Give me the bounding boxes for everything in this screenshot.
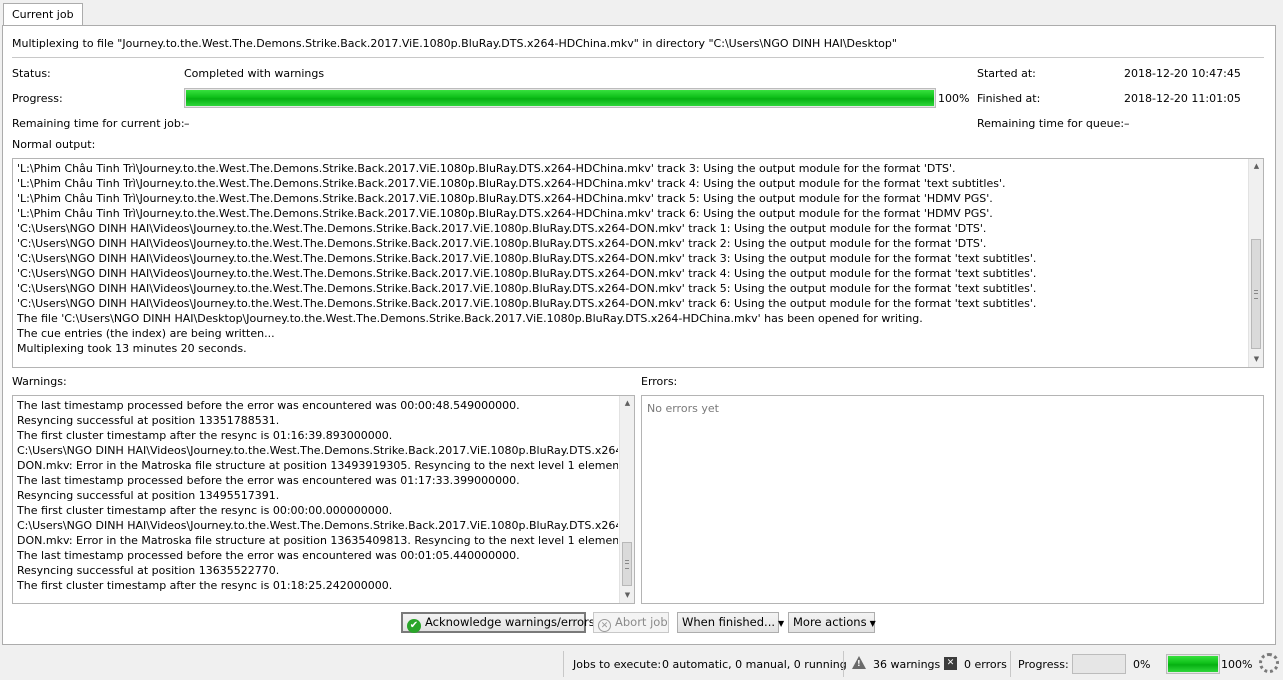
warnings-count[interactable]: 36 warnings — [873, 658, 940, 671]
started-at-label: Started at: — [977, 67, 1036, 80]
list-item: The cue entries (the index) are being wr… — [17, 327, 275, 340]
jobs-to-execute-label: Jobs to execute: — [573, 658, 662, 671]
remaining-time-value: – — [184, 117, 190, 130]
list-item: 'C:\Users\NGO DINH HAI\Videos\Journey.to… — [17, 282, 1037, 295]
scroll-down-icon[interactable]: ▼ — [1249, 352, 1263, 367]
progress-label: Progress: — [12, 92, 63, 105]
list-item: The file 'C:\Users\NGO DINH HAI\Desktop\… — [17, 312, 923, 325]
remaining-queue-label: Remaining time for queue: — [977, 117, 1125, 130]
list-item: C:\Users\NGO DINH HAI\Videos\Journey.to.… — [17, 444, 618, 457]
normal-output-lines: 'L:\Phim Châu Tinh Trì\Journey.to.the.We… — [17, 161, 1247, 356]
remaining-queue-value: – — [1124, 117, 1130, 130]
started-at-value: 2018-12-20 10:47:45 — [1124, 67, 1241, 80]
busy-spinner-icon — [1259, 653, 1279, 673]
list-item: Multiplexing took 13 minutes 20 seconds. — [17, 342, 247, 355]
normal-output-label: Normal output: — [12, 138, 96, 151]
list-item: 'C:\Users\NGO DINH HAI\Videos\Journey.to… — [17, 297, 1037, 310]
errors-count[interactable]: 0 errors — [964, 658, 1007, 671]
list-item: Resyncing successful at position 1349551… — [17, 489, 280, 502]
normal-output-scrollbar[interactable]: ▲ ▼ — [1248, 159, 1263, 367]
list-item: The first cluster timestamp after the re… — [17, 579, 393, 592]
total-progress-mini-fill — [1168, 656, 1218, 672]
list-item: Resyncing successful at position 1363552… — [17, 564, 280, 577]
finished-at-value: 2018-12-20 11:01:05 — [1124, 92, 1241, 105]
list-item: The first cluster timestamp after the re… — [17, 504, 393, 517]
list-item: C:\Users\NGO DINH HAI\Videos\Journey.to.… — [17, 519, 618, 532]
scroll-up-icon[interactable]: ▲ — [620, 396, 634, 411]
warnings-scrollbar[interactable]: ▲ ▼ — [619, 396, 634, 603]
list-item: The last timestamp processed before the … — [17, 549, 520, 562]
scroll-thumb[interactable] — [1251, 239, 1261, 349]
list-item: The first cluster timestamp after the re… — [17, 429, 393, 442]
normal-output-textbox[interactable]: 'L:\Phim Châu Tinh Trì\Journey.to.the.We… — [12, 158, 1264, 368]
list-item: 'L:\Phim Châu Tinh Trì\Journey.to.the.We… — [17, 207, 993, 220]
total-progress-mini-bar — [1166, 654, 1220, 674]
abort-job-button[interactable]: ✕ Abort job — [593, 612, 669, 633]
list-item: 'C:\Users\NGO DINH HAI\Videos\Journey.to… — [17, 237, 987, 250]
when-finished-button[interactable]: When finished... ▼ — [677, 612, 784, 633]
more-actions-label: More actions — [793, 615, 867, 629]
tab-bar: Current job — [0, 0, 1283, 26]
errors-label: Errors: — [641, 375, 678, 388]
progress-percent: 100% — [938, 92, 970, 105]
errors-textbox[interactable]: No errors yet — [641, 395, 1264, 604]
total-progress-percent: 100% — [1221, 658, 1253, 671]
list-item: 'L:\Phim Châu Tinh Trì\Journey.to.the.We… — [17, 177, 1006, 190]
job-description: Multiplexing to file "Journey.to.the.Wes… — [12, 37, 897, 50]
when-finished-label: When finished... — [682, 615, 776, 629]
warning-icon: ! — [852, 656, 866, 669]
jobs-to-execute-value: 0 automatic, 0 manual, 0 running — [662, 658, 847, 671]
scroll-thumb[interactable] — [622, 542, 632, 586]
status-label: Status: — [12, 67, 51, 80]
job-progress-mini-bar — [1072, 654, 1126, 674]
abort-label: Abort job — [615, 615, 668, 629]
scroll-down-icon[interactable]: ▼ — [620, 588, 634, 603]
finished-at-label: Finished at: — [977, 92, 1041, 105]
status-progress-label: Progress: — [1018, 658, 1069, 671]
errors-placeholder: No errors yet — [647, 402, 719, 415]
abort-icon: ✕ — [598, 619, 611, 632]
check-icon: ✔ — [407, 619, 421, 633]
divider — [12, 57, 1264, 58]
warnings-textbox[interactable]: The last timestamp processed before the … — [12, 395, 635, 604]
list-item: Resyncing successful at position 1335178… — [17, 414, 280, 427]
list-item: 'C:\Users\NGO DINH HAI\Videos\Journey.to… — [17, 252, 1037, 265]
status-separator — [563, 651, 564, 677]
acknowledge-label: Acknowledge warnings/errors — [425, 615, 595, 629]
error-icon: ✕ — [944, 657, 957, 670]
list-item: 'C:\Users\NGO DINH HAI\Videos\Journey.to… — [17, 222, 987, 235]
list-item: The last timestamp processed before the … — [17, 399, 520, 412]
list-item: 'L:\Phim Châu Tinh Trì\Journey.to.the.We… — [17, 162, 956, 175]
list-item: DON.mkv: Error in the Matroska file stru… — [17, 459, 618, 472]
warnings-label: Warnings: — [12, 375, 67, 388]
job-progress-fill — [186, 90, 934, 106]
scroll-up-icon[interactable]: ▲ — [1249, 159, 1263, 174]
job-progress-bar — [184, 88, 936, 108]
more-actions-button[interactable]: More actions ▼ — [788, 612, 876, 633]
list-item: The last timestamp processed before the … — [17, 474, 520, 487]
tab-current-job[interactable]: Current job — [3, 3, 83, 26]
job-progress-percent: 0% — [1133, 658, 1151, 671]
remaining-time-label: Remaining time for current job: — [12, 117, 185, 130]
list-item: 'C:\Users\NGO DINH HAI\Videos\Journey.to… — [17, 267, 1037, 280]
list-item: DON.mkv: Error in the Matroska file stru… — [17, 534, 618, 547]
chevron-down-icon: ▼ — [869, 619, 876, 628]
status-value: Completed with warnings — [184, 67, 325, 80]
list-item: 'L:\Phim Châu Tinh Trì\Journey.to.the.We… — [17, 192, 993, 205]
chevron-down-icon: ▼ — [778, 619, 785, 628]
warnings-lines: The last timestamp processed before the … — [17, 398, 618, 593]
status-separator — [843, 651, 844, 677]
status-separator — [1010, 651, 1011, 677]
acknowledge-button[interactable]: ✔ Acknowledge warnings/errors — [401, 612, 595, 633]
